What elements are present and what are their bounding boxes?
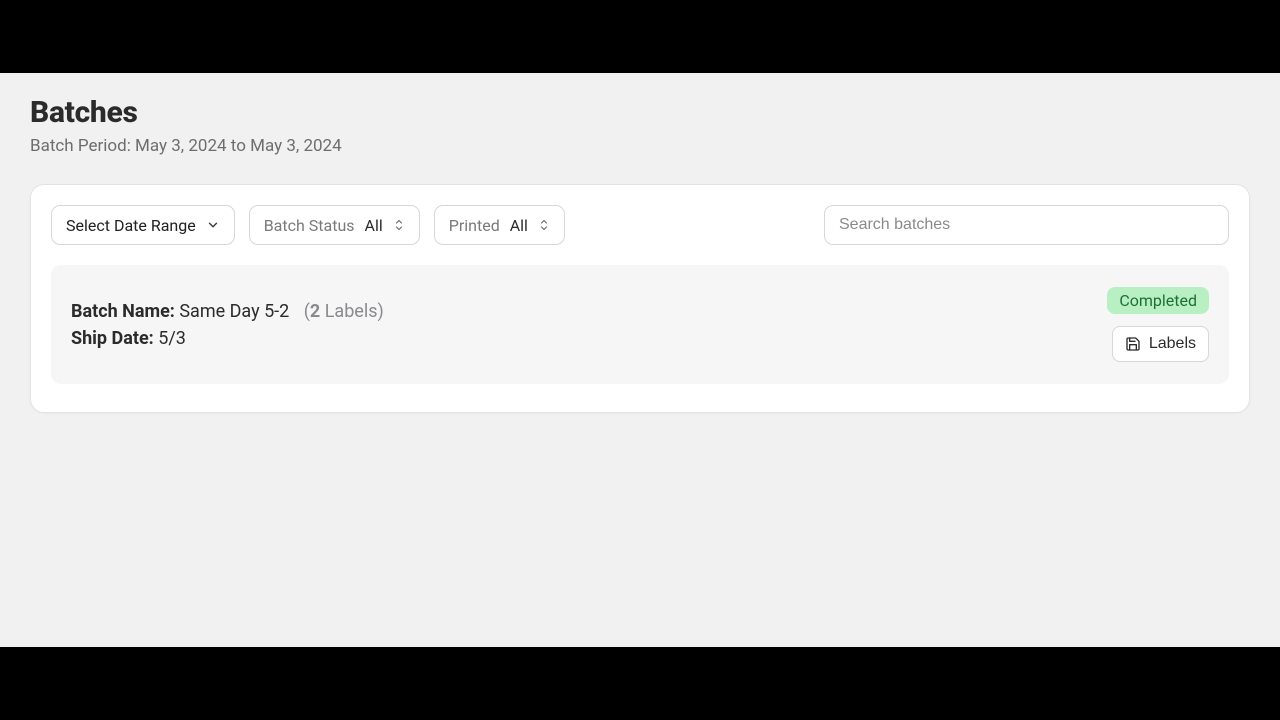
batch-name-value: Same Day 5-2: [179, 301, 289, 322]
batch-labels-count: (2 Labels): [304, 301, 384, 322]
batch-name-line: Batch Name: Same Day 5-2 (2 Labels): [71, 301, 1091, 322]
chevron-down-icon: [206, 218, 220, 232]
page-subtitle: Batch Period: May 3, 2024 to May 3, 2024: [30, 136, 1250, 156]
printed-select[interactable]: Printed All: [434, 205, 565, 245]
letterbox-bottom: [0, 647, 1280, 720]
printed-label: Printed: [449, 216, 500, 235]
batch-labels-number: 2: [310, 301, 320, 322]
page-title: Batches: [30, 95, 1250, 130]
page-body: Batches Batch Period: May 3, 2024 to May…: [0, 73, 1280, 647]
status-badge: Completed: [1107, 287, 1209, 314]
search-input[interactable]: [824, 205, 1229, 245]
batch-row[interactable]: Batch Name: Same Day 5-2 (2 Labels) Ship…: [51, 265, 1229, 384]
batch-actions: Completed Labels: [1107, 287, 1209, 362]
sort-icon: [393, 218, 405, 232]
batch-status-value: All: [365, 216, 383, 235]
date-range-label: Select Date Range: [66, 216, 196, 235]
printed-value: All: [510, 216, 528, 235]
batch-ship-line: Ship Date: 5/3: [71, 328, 1091, 349]
ship-date-label: Ship Date:: [71, 328, 154, 349]
save-icon: [1125, 336, 1141, 352]
batch-status-label: Batch Status: [264, 216, 355, 235]
letterbox-top: [0, 0, 1280, 73]
toolbar: Select Date Range Batch Status All Print…: [51, 205, 1229, 245]
batch-name-label: Batch Name:: [71, 301, 175, 322]
labels-button-text: Labels: [1149, 335, 1196, 353]
batches-card: Select Date Range Batch Status All Print…: [30, 184, 1250, 413]
batch-labels-word: Labels: [325, 301, 378, 322]
ship-date-value: 5/3: [158, 328, 186, 349]
batch-info: Batch Name: Same Day 5-2 (2 Labels) Ship…: [71, 301, 1091, 349]
sort-icon: [538, 218, 550, 232]
date-range-select[interactable]: Select Date Range: [51, 205, 235, 245]
labels-button[interactable]: Labels: [1112, 326, 1209, 362]
batch-status-select[interactable]: Batch Status All: [249, 205, 420, 245]
